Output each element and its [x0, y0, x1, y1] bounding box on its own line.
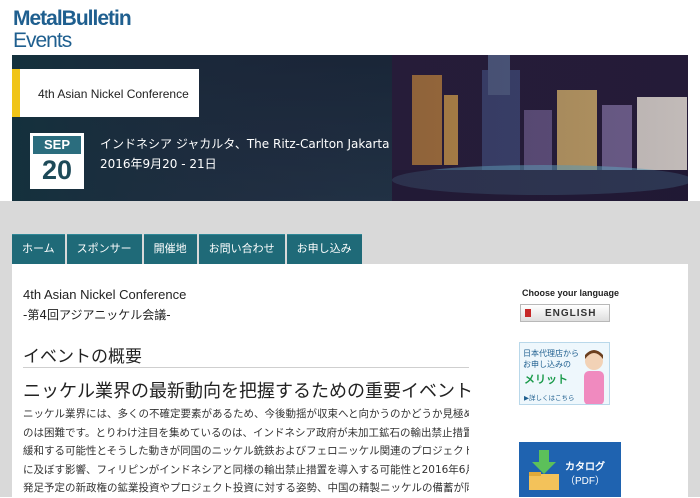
section-heading: イベントの概要 [23, 347, 142, 367]
flag-icon [525, 309, 531, 317]
main-content: 4th Asian Nickel Conference -第4回アジアニッケル会… [12, 264, 688, 497]
nav-register[interactable]: お申し込み [286, 234, 362, 264]
calendar-month: SEP [33, 136, 81, 154]
language-title: Choose your language [522, 288, 620, 298]
paragraph-line: 発足予定の新政権の鉱業投資やプロジェクト投資に対する姿勢、中国の精製ニッケルの備… [23, 482, 469, 494]
nav-venue[interactable]: 開催地 [143, 234, 197, 264]
event-venue: インドネシア ジャカルタ、The Ritz-Carlton Jakarta [100, 137, 390, 151]
paragraph-line: のは困難です。とりわけ注目を集めているのは、インドネシア政府が未加工鉱石の輸出禁… [23, 426, 469, 439]
agent-banner-line-2: お申し込みの [523, 360, 571, 369]
conference-title-box: 4th Asian Nickel Conference [12, 69, 199, 117]
main-navigation: ホーム スポンサー 開催地 お問い合わせ お申し込み [12, 234, 364, 264]
paragraph-line: 緩和する可能性とそうした動きが同国のニッケル銑鉄およびフェロニッケル関連のプロジ… [23, 445, 469, 457]
paragraph-line: ニッケル業界には、多くの不確定要素があるため、今後動揺が収束へと向かうのかどうか… [23, 408, 469, 420]
japan-agent-merit-banner[interactable]: 日本代理店から お申し込みの メリット ▶詳しくはこちら [519, 342, 610, 405]
page-title-japanese: -第4回アジアニッケル会議- [23, 308, 171, 322]
metal-bulletin-events-logo[interactable]: MetalBulletin Events [13, 6, 163, 52]
date-calendar-badge: SEP 20 [30, 133, 84, 189]
event-dates: 2016年9月20 - 21日 [100, 157, 217, 171]
conference-title: 4th Asian Nickel Conference [38, 87, 189, 101]
event-banner: 4th Asian Nickel Conference SEP 20 インドネシ… [12, 55, 688, 201]
language-button-label: ENGLISH [545, 308, 597, 319]
overview-paragraph: ニッケル業界には、多くの不確定要素があるため、今後動揺が収束へと向かうのかどうか… [23, 405, 469, 498]
calendar-day: 20 [41, 155, 73, 185]
catalog-format: （PDF） [565, 476, 605, 487]
paragraph-line: に及ぼす影響、フィリピンがインドネシアと同様の輸出禁止措置を導入する可能性と20… [23, 463, 469, 476]
agent-banner-line-3: メリット [524, 373, 568, 386]
headline: ニッケル業界の最新動向を把握するための重要イベント [23, 381, 473, 402]
page-title-english: 4th Asian Nickel Conference [23, 287, 187, 302]
nav-contact[interactable]: お問い合わせ [198, 234, 285, 264]
logo-line-1: MetalBulletin [13, 7, 132, 30]
agent-banner-link: ▶詳しくはこちら [524, 394, 575, 402]
english-language-button[interactable]: ENGLISH [520, 304, 610, 322]
logo-line-2: Events [13, 29, 72, 52]
catalog-label: カタログ [565, 462, 605, 473]
download-folder-icon [529, 450, 559, 490]
person-illustration-icon [584, 350, 604, 404]
nav-sponsors[interactable]: スポンサー [66, 234, 142, 264]
section-divider [23, 367, 469, 368]
agent-banner-line-1: 日本代理店から [523, 349, 579, 358]
nav-home[interactable]: ホーム [12, 234, 65, 264]
catalog-pdf-button[interactable]: カタログ （PDF） [519, 442, 621, 497]
